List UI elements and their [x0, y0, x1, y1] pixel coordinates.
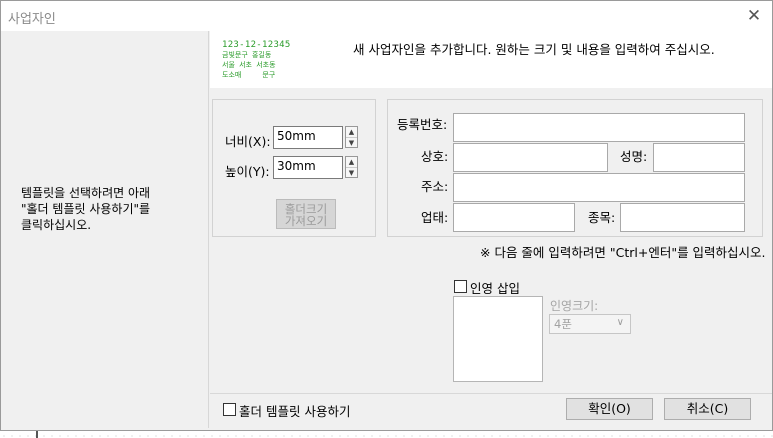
seal-size-select[interactable]: 4푼 ∨ [549, 314, 631, 334]
stamp-preview-logo: 123-12-12345 금빛문구 홍길동 서울 서초 서초동 도소매 문구 [222, 40, 294, 82]
name-input[interactable] [653, 143, 745, 172]
chevron-down-icon: ∨ [616, 317, 624, 328]
reg-no-label: 등록번호: [397, 117, 448, 132]
address-label: 주소: [421, 179, 449, 194]
ctrl-enter-note: ※ 다음 줄에 입력하려면 "Ctrl+엔터"를 입력하십시오. [480, 245, 766, 260]
business-item-input[interactable] [620, 203, 745, 232]
seal-size-value: 4푼 [554, 317, 572, 331]
window-title: 사업자인 [8, 12, 56, 27]
address-input[interactable] [453, 173, 745, 202]
business-type-label: 업태: [421, 210, 449, 225]
use-template-label[interactable]: 홀더 템플릿 사용하기 [239, 401, 350, 420]
width-label: 너비(X): [225, 134, 271, 149]
close-icon[interactable]: ✕ [743, 5, 765, 27]
reg-no-input[interactable] [453, 113, 745, 142]
spin-up-icon[interactable]: ▲ [346, 157, 357, 168]
logo-line: 도소매 문구 [222, 71, 276, 79]
logo-line: 123-12-12345 [222, 40, 291, 50]
name-label: 성명: [620, 149, 648, 164]
height-input[interactable]: 30mm [273, 156, 343, 179]
height-label: 높이(Y): [225, 164, 270, 179]
seal-size-label: 인영크기: [550, 299, 599, 313]
logo-line: 서울 서초 서초동 [222, 61, 276, 69]
header-instruction: 새 사업자인을 추가합니다. 원하는 크기 및 내용을 입력하여 주십시오. [353, 42, 715, 57]
dialog-window: 사업자인 ✕ 템플릿을 선택하려면 아래 "홀더 템플릿 사용하기"를 클릭하십… [0, 0, 773, 431]
spin-down-icon[interactable]: ▼ [346, 138, 357, 148]
get-holder-size-button[interactable]: 홀더크기 가져오기 [276, 199, 336, 229]
height-stepper[interactable]: ▲ ▼ [345, 156, 358, 178]
business-item-label: 종목: [588, 210, 616, 225]
spin-up-icon[interactable]: ▲ [346, 127, 357, 138]
spin-down-icon[interactable]: ▼ [346, 168, 357, 178]
width-stepper[interactable]: ▲ ▼ [345, 126, 358, 148]
cancel-button[interactable]: 취소(C) [664, 398, 751, 420]
company-label: 상호: [421, 149, 449, 164]
title-bar: 사업자인 ✕ [1, 1, 772, 31]
logo-line: 금빛문구 홍길동 [222, 51, 272, 59]
seal-insert-checkbox[interactable] [454, 280, 467, 293]
seal-insert-label[interactable]: 인영 삽입 [470, 278, 520, 297]
seal-preview-box[interactable] [453, 296, 543, 382]
footer-separator [210, 393, 772, 394]
template-hint: 템플릿을 선택하려면 아래 "홀더 템플릿 사용하기"를 클릭하십시오. [21, 186, 151, 232]
use-template-checkbox[interactable] [223, 403, 236, 416]
ok-button[interactable]: 확인(O) [566, 398, 653, 420]
business-type-input[interactable] [453, 203, 575, 232]
width-input[interactable]: 50mm [273, 126, 343, 149]
ruler-line [36, 431, 38, 438]
company-input[interactable] [453, 143, 608, 172]
